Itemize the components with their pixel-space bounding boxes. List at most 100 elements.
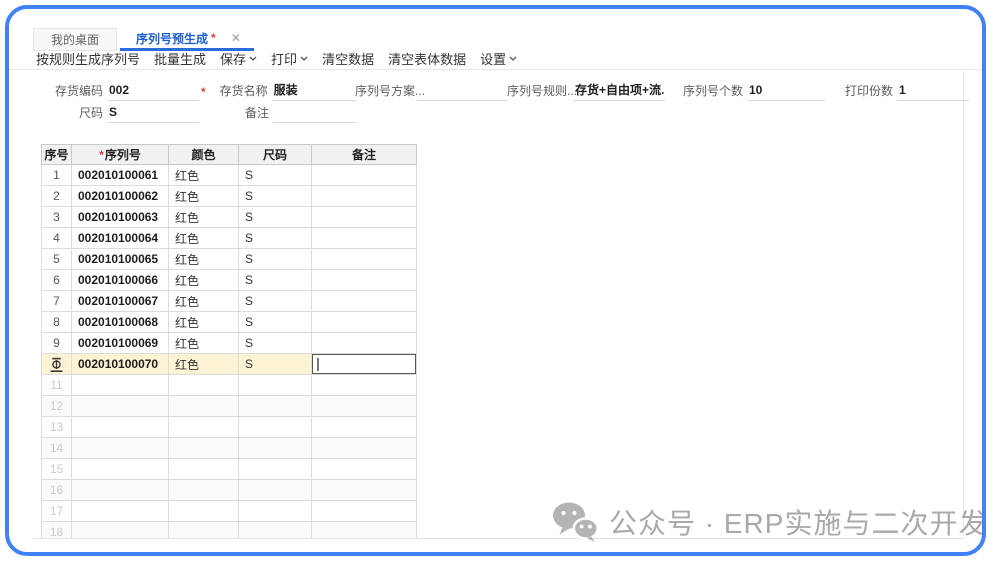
cell-color[interactable]: 红色 xyxy=(169,186,239,207)
cell-size[interactable]: S xyxy=(239,207,312,228)
cell-serial[interactable]: 002010100068 xyxy=(72,312,169,333)
inventory-name-input[interactable]: 服装 xyxy=(272,81,356,101)
cell-color[interactable]: 红色 xyxy=(169,249,239,270)
row-index[interactable]: 4 xyxy=(42,228,72,249)
cell-note[interactable] xyxy=(312,522,417,539)
size-input[interactable]: S xyxy=(107,103,199,123)
cell-color[interactable] xyxy=(169,459,239,480)
cell-size[interactable]: S xyxy=(239,228,312,249)
cell-size[interactable] xyxy=(239,417,312,438)
row-index[interactable]: 6 xyxy=(42,270,72,291)
cell-color[interactable] xyxy=(169,396,239,417)
cell-serial[interactable]: 002010100063 xyxy=(72,207,169,228)
print-button[interactable]: 打印 xyxy=(271,49,308,68)
cell-serial[interactable]: 002010100065 xyxy=(72,249,169,270)
cell-color[interactable]: 红色 xyxy=(169,270,239,291)
row-index[interactable]: 12 xyxy=(42,396,72,417)
cell-note[interactable] xyxy=(312,228,417,249)
row-index[interactable]: 15 xyxy=(42,459,72,480)
cell-color[interactable] xyxy=(169,522,239,539)
cell-note[interactable] xyxy=(312,207,417,228)
cell-color[interactable]: 红色 xyxy=(169,165,239,186)
cell-size[interactable] xyxy=(239,501,312,522)
generate-by-rule-button[interactable]: 按规则生成序列号 xyxy=(36,49,140,68)
row-index[interactable]: 16 xyxy=(42,480,72,501)
row-index[interactable]: 18 xyxy=(42,522,72,539)
cell-color[interactable]: 红色 xyxy=(169,207,239,228)
row-index[interactable]: 5 xyxy=(42,249,72,270)
cell-size[interactable] xyxy=(239,438,312,459)
cell-note[interactable] xyxy=(312,249,417,270)
batch-generate-button[interactable]: 批量生成 xyxy=(154,49,206,68)
cell-size[interactable]: S xyxy=(239,270,312,291)
cell-serial[interactable]: 002010100064 xyxy=(72,228,169,249)
cell-size[interactable] xyxy=(239,459,312,480)
cell-serial[interactable]: 002010100070 xyxy=(72,354,169,375)
cell-size[interactable] xyxy=(239,396,312,417)
cell-note[interactable] xyxy=(312,165,417,186)
cell-serial[interactable] xyxy=(72,501,169,522)
cell-size[interactable]: S xyxy=(239,354,312,375)
cell-note[interactable] xyxy=(312,333,417,354)
row-index[interactable]: 3 xyxy=(42,207,72,228)
print-copies-input[interactable]: 1 xyxy=(897,81,969,101)
clear-data-button[interactable]: 清空数据 xyxy=(322,49,374,68)
cell-color[interactable] xyxy=(169,480,239,501)
cell-color[interactable] xyxy=(169,375,239,396)
cell-size[interactable] xyxy=(239,522,312,539)
clear-body-data-button[interactable]: 清空表体数据 xyxy=(388,49,466,68)
serial-count-input[interactable]: 10 xyxy=(747,81,825,101)
note-edit-input[interactable] xyxy=(312,354,417,375)
cell-note[interactable] xyxy=(312,396,417,417)
save-button[interactable]: 保存 xyxy=(220,49,257,68)
cell-size[interactable]: S xyxy=(239,333,312,354)
cell-note[interactable] xyxy=(312,186,417,207)
row-index[interactable]: 1 xyxy=(42,165,72,186)
cell-note[interactable] xyxy=(312,501,417,522)
cell-note[interactable] xyxy=(312,291,417,312)
cell-color[interactable] xyxy=(169,417,239,438)
remark-input[interactable] xyxy=(273,103,357,123)
cell-size[interactable] xyxy=(239,480,312,501)
row-index[interactable]: 8 xyxy=(42,312,72,333)
cell-note[interactable] xyxy=(312,354,417,375)
cell-note[interactable] xyxy=(312,312,417,333)
cell-serial[interactable] xyxy=(72,480,169,501)
cell-serial[interactable]: 002010100061 xyxy=(72,165,169,186)
row-index[interactable]: 9 xyxy=(42,333,72,354)
cell-serial[interactable]: 002010100062 xyxy=(72,186,169,207)
cell-size[interactable]: S xyxy=(239,186,312,207)
serial-scheme-input[interactable] xyxy=(417,81,507,101)
cell-serial[interactable]: 002010100069 xyxy=(72,333,169,354)
cell-serial[interactable]: 002010100066 xyxy=(72,270,169,291)
cell-size[interactable]: S xyxy=(239,165,312,186)
cell-color[interactable]: 红色 xyxy=(169,333,239,354)
serial-rule-input[interactable]: 存货+自由项+流... xyxy=(573,81,665,101)
cell-note[interactable] xyxy=(312,417,417,438)
cell-color[interactable] xyxy=(169,438,239,459)
cell-serial[interactable] xyxy=(72,459,169,480)
cell-serial[interactable] xyxy=(72,375,169,396)
cell-color[interactable]: 红色 xyxy=(169,291,239,312)
row-index[interactable]: 2 xyxy=(42,186,72,207)
cell-size[interactable]: S xyxy=(239,291,312,312)
row-index[interactable]: 7 xyxy=(42,291,72,312)
cell-note[interactable] xyxy=(312,438,417,459)
cell-note[interactable] xyxy=(312,480,417,501)
row-index[interactable]: 13 xyxy=(42,417,72,438)
cell-note[interactable] xyxy=(312,375,417,396)
cell-size[interactable]: S xyxy=(239,249,312,270)
row-index[interactable]: 14 xyxy=(42,438,72,459)
row-index[interactable]: 17 xyxy=(42,501,72,522)
cell-note[interactable] xyxy=(312,459,417,480)
cell-size[interactable] xyxy=(239,375,312,396)
cell-color[interactable]: 红色 xyxy=(169,312,239,333)
cell-serial[interactable]: 002010100067 xyxy=(72,291,169,312)
cell-serial[interactable] xyxy=(72,417,169,438)
cell-serial[interactable] xyxy=(72,522,169,539)
editing-row-indicator[interactable] xyxy=(42,354,72,375)
cell-serial[interactable] xyxy=(72,438,169,459)
cell-color[interactable] xyxy=(169,501,239,522)
cell-color[interactable]: 红色 xyxy=(169,228,239,249)
cell-note[interactable] xyxy=(312,270,417,291)
